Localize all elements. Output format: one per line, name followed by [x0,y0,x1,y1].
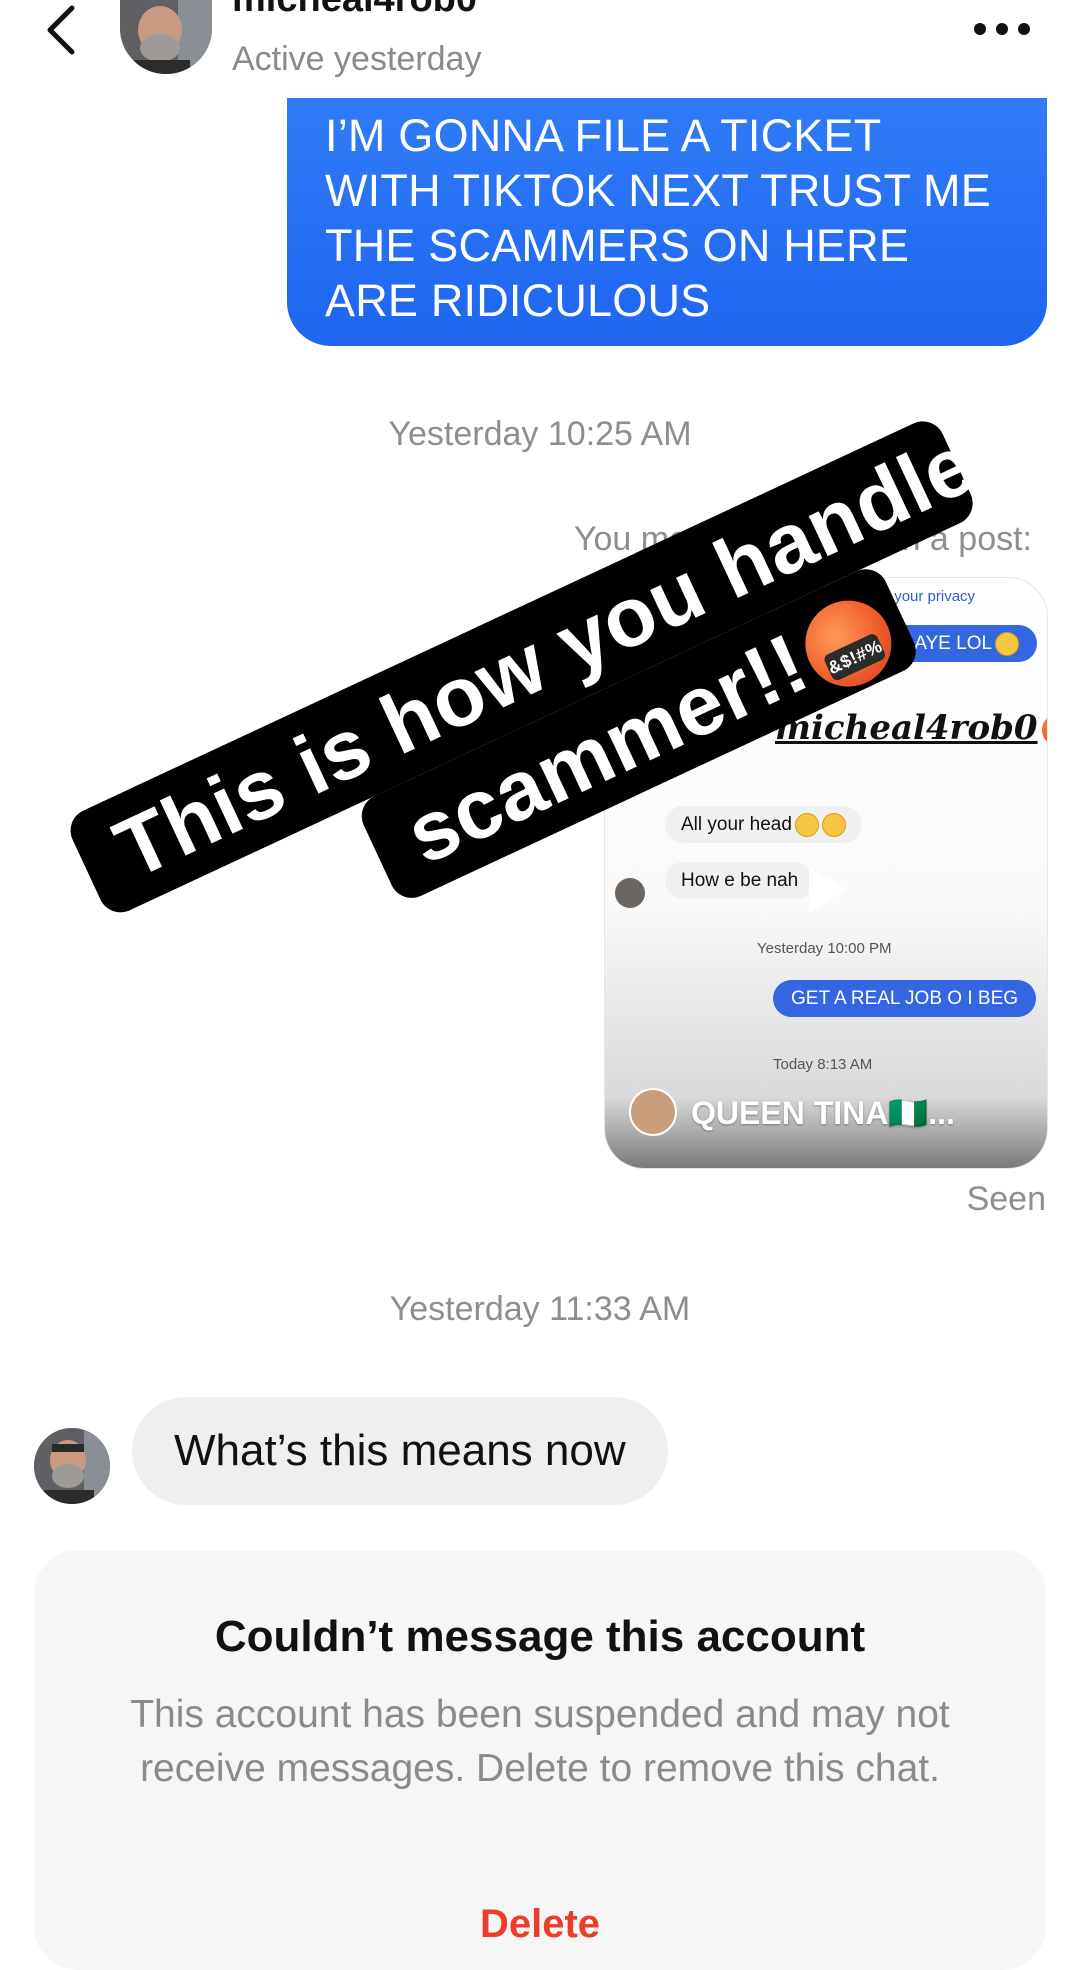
post-username: micheal4rob0 [775,708,1047,748]
play-icon[interactable] [795,860,855,920]
post-message-pill: GET A REAL JOB O I BEG [773,980,1037,1017]
avatar[interactable] [120,0,212,74]
more-options-icon[interactable] [970,14,1034,44]
post-timestamp: Today 8:13 AM [773,1056,873,1073]
delete-chat-button[interactable]: Delete [34,1902,1046,1947]
post-author-avatar [629,1088,677,1136]
sent-message-text: I’M GONNA FILE A TICKET WITH TIKTOK NEXT… [325,110,991,326]
message-timestamp: Yesterday 11:33 AM [389,1290,691,1328]
received-message-bubble[interactable]: What’s this means now [132,1397,668,1505]
post-message-pill: All your head [665,806,862,844]
laughing-emoji-icon [995,632,1020,656]
sender-avatar[interactable] [34,1428,110,1504]
seen-indicator: Seen [966,1180,1046,1218]
contact-username[interactable]: micheal4rob0 [232,0,477,21]
post-mini-avatar [615,878,645,908]
post-author-name: QUEEN TINA🇳🇬... [691,1095,955,1131]
post-timestamp: Yesterday 10:00 PM [757,940,892,957]
active-status: Active yesterday [232,40,482,78]
angry-emoji-icon [1041,714,1047,746]
laughing-emoji-icon [794,813,819,837]
notice-body: This account has been suspended and may … [130,1693,950,1790]
post-message-pill: How e be nah [665,862,815,899]
notice-title: Couldn’t message this account [214,1612,866,1661]
received-message-text: What’s this means now [174,1426,626,1475]
sent-message-bubble[interactable]: I’M GONNA FILE A TICKET WITH TIKTOK NEXT… [287,98,1047,346]
laughing-emoji-icon [821,813,846,837]
suspended-account-notice: Couldn’t message this account This accou… [34,1550,1046,1970]
avatar-photo [120,0,212,74]
sender-avatar-photo [34,1428,110,1504]
back-arrow-icon[interactable] [40,2,84,58]
